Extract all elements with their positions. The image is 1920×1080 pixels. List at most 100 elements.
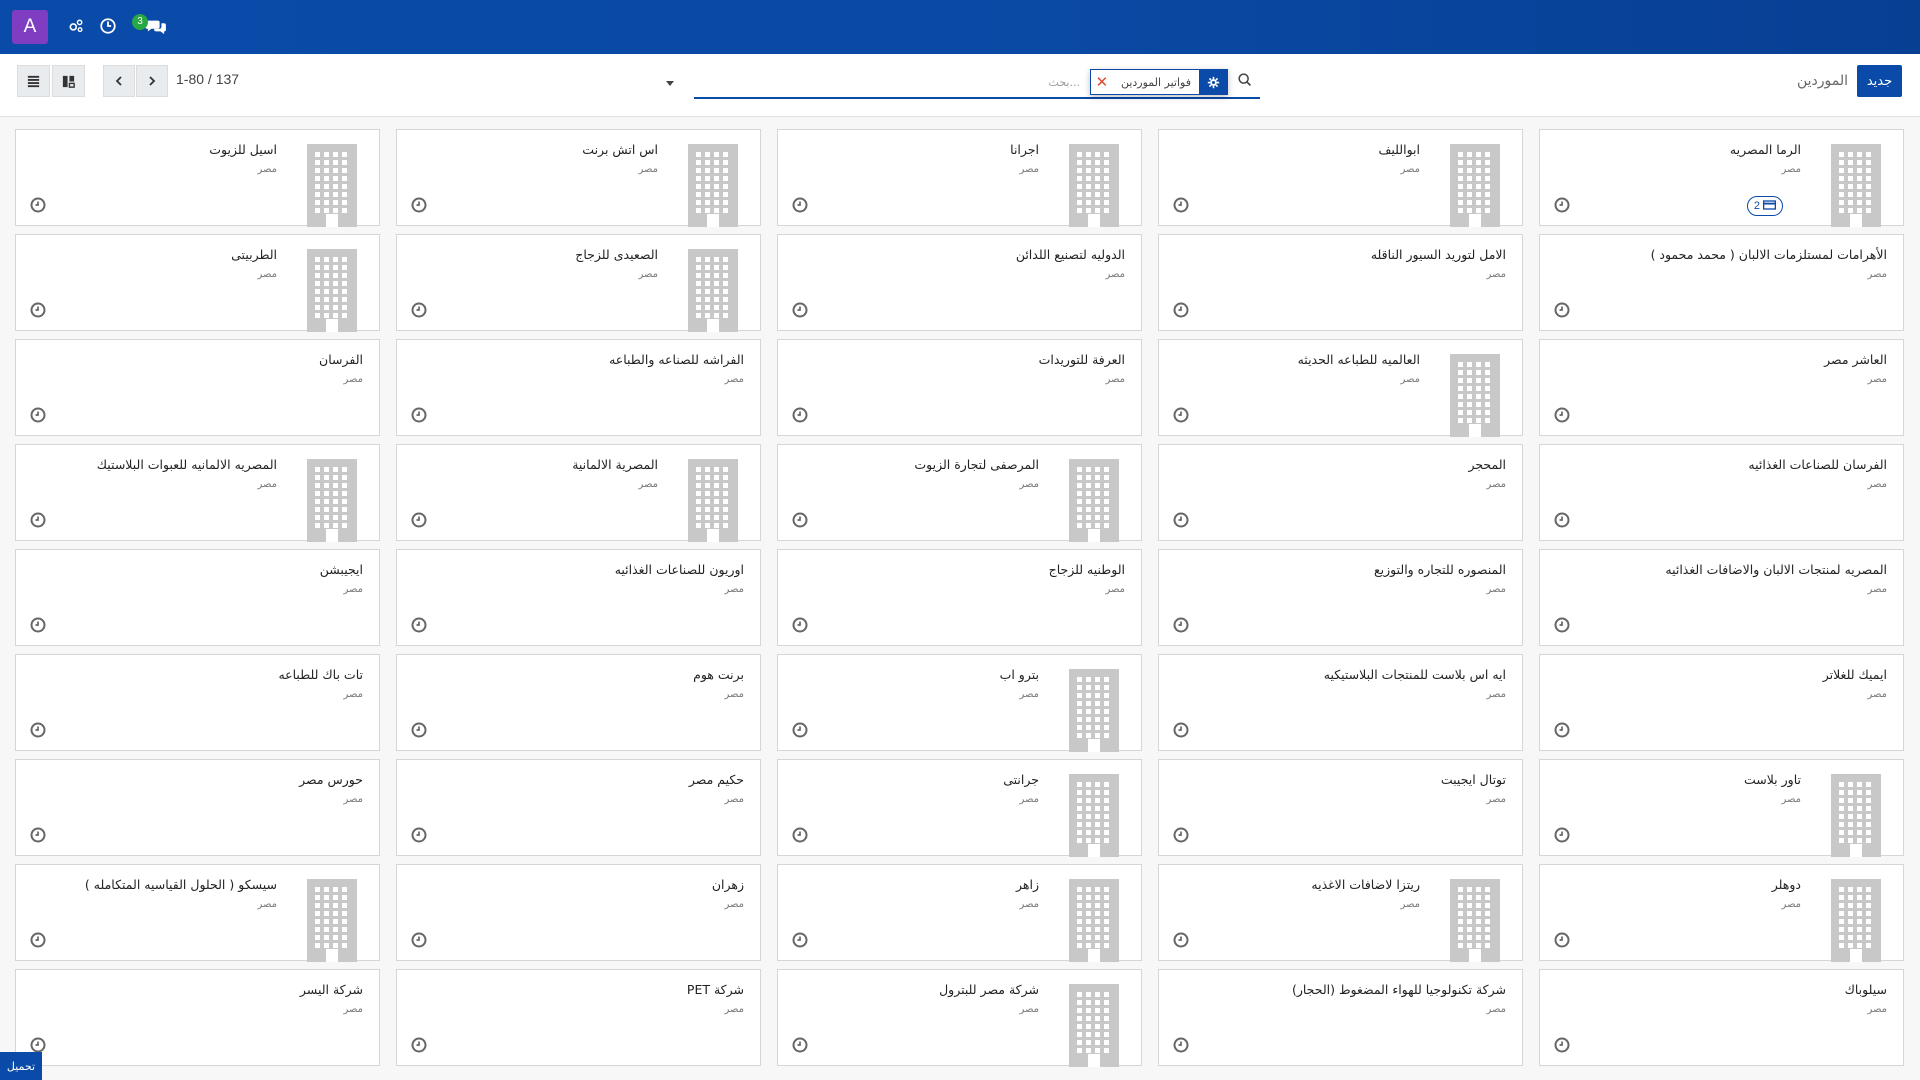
activity-clock-icon[interactable]: [791, 511, 809, 529]
activity-clock-icon[interactable]: [1172, 406, 1190, 424]
activity-clock-icon[interactable]: [410, 511, 428, 529]
activity-clock-icon[interactable]: [1172, 826, 1190, 844]
vendor-card[interactable]: العالميه للطباعه الحديثه مصر: [1158, 339, 1523, 437]
vendor-card[interactable]: زهران مصر: [396, 864, 761, 961]
activity-clock-icon[interactable]: [410, 616, 428, 634]
vendor-card[interactable]: جرانتى مصر: [777, 759, 1142, 857]
activity-clock-icon[interactable]: [1553, 1036, 1571, 1054]
activity-clock-icon[interactable]: [29, 931, 47, 949]
vendor-card[interactable]: شركة مصر للبترول مصر: [777, 969, 1142, 1067]
activity-clock-icon[interactable]: [29, 826, 47, 844]
vendor-card[interactable]: المصريه الالمانيه للعبوات البلاستيك مصر: [15, 444, 380, 542]
vendor-card[interactable]: الفرسان مصر: [15, 339, 380, 436]
pager-previous-button[interactable]: [103, 65, 135, 97]
vendor-card[interactable]: بترو اب مصر: [777, 654, 1142, 752]
activity-clock-icon[interactable]: [1172, 721, 1190, 739]
vendor-card[interactable]: الفراشه للصناعه والطباعه مصر: [396, 339, 761, 436]
activity-clock-icon[interactable]: [410, 1036, 428, 1054]
activity-clock-icon[interactable]: [1172, 616, 1190, 634]
vendor-card[interactable]: شركة تكنولوجيا للهواء المضغوط (الحجار) مص…: [1158, 969, 1523, 1066]
search-options-toggle[interactable]: [664, 77, 678, 91]
vendor-card[interactable]: المنصوره للتجاره والتوزيع مصر: [1158, 549, 1523, 646]
activity-clock-icon[interactable]: [410, 721, 428, 739]
vendor-card[interactable]: شركة PET مصر: [396, 969, 761, 1066]
kanban-view-button[interactable]: [52, 65, 85, 97]
vendor-card[interactable]: الصعيدى للزجاج مصر: [396, 234, 761, 332]
activity-clock-icon[interactable]: [1553, 931, 1571, 949]
vendor-card[interactable]: ايه اس بلاست للمنتجات البلاستيكيه مصر: [1158, 654, 1523, 751]
vendor-card[interactable]: برنت هوم مصر: [396, 654, 761, 751]
vendor-card[interactable]: الوطنيه للزجاج مصر: [777, 549, 1142, 646]
vendor-card[interactable]: الفرسان للصناعات الغذائيه مصر: [1539, 444, 1904, 541]
vendor-card[interactable]: ايجيبشن مصر: [15, 549, 380, 646]
vendor-card[interactable]: زاهر مصر: [777, 864, 1142, 962]
vendor-card[interactable]: المصريه لمنتجات الالبان والاضافات الغذائ…: [1539, 549, 1904, 646]
activity-clock-icon[interactable]: [791, 826, 809, 844]
vendor-card[interactable]: دوهلر مصر: [1539, 864, 1904, 962]
vendor-card[interactable]: ابوالليف مصر: [1158, 129, 1523, 227]
activity-clock-icon[interactable]: [410, 931, 428, 949]
vendor-card[interactable]: توتال ايجيبت مصر: [1158, 759, 1523, 856]
download-tab[interactable]: تحميل: [0, 1052, 42, 1080]
activity-clock-icon[interactable]: [1553, 721, 1571, 739]
vendor-card[interactable]: المحجر مصر: [1158, 444, 1523, 541]
vendor-card[interactable]: سيلوباك مصر: [1539, 969, 1904, 1066]
vendor-card[interactable]: الدوليه لتصنيع اللدائن مصر: [777, 234, 1142, 331]
vendor-card[interactable]: تاور بلاست مصر: [1539, 759, 1904, 857]
activity-clock-icon[interactable]: [791, 406, 809, 424]
vendor-card[interactable]: اسيل للزيوت مصر: [15, 129, 380, 227]
activity-clock-icon[interactable]: [791, 1036, 809, 1054]
activity-clock-icon[interactable]: [29, 511, 47, 529]
activity-clock-icon[interactable]: [1172, 301, 1190, 319]
vendor-card[interactable]: تات باك للطباعه مصر: [15, 654, 380, 751]
user-avatar[interactable]: A: [12, 10, 48, 44]
vendor-card[interactable]: العرفة للتوريدات مصر: [777, 339, 1142, 436]
facet-remove-icon[interactable]: ✕: [1091, 70, 1113, 94]
activity-clock-icon[interactable]: [410, 301, 428, 319]
new-button[interactable]: جديد: [1857, 65, 1902, 97]
vendor-card[interactable]: اوريون للصناعات الغذائيه مصر: [396, 549, 761, 646]
vendor-card[interactable]: حورس مصر مصر: [15, 759, 380, 856]
clock-icon[interactable]: [96, 14, 120, 38]
activity-clock-icon[interactable]: [410, 826, 428, 844]
vendor-card[interactable]: ايميك للغلاتر مصر: [1539, 654, 1904, 751]
activity-clock-icon[interactable]: [29, 616, 47, 634]
pager-next-button[interactable]: [136, 65, 168, 97]
vendor-card[interactable]: سيسكو ( الحلول القياسيه المتكامله ) مصر: [15, 864, 380, 962]
vendor-card[interactable]: المرصفى لتجارة الزيوت مصر: [777, 444, 1142, 542]
activity-clock-icon[interactable]: [791, 196, 809, 214]
vendor-card[interactable]: العاشر مصر مصر: [1539, 339, 1904, 436]
activity-clock-icon[interactable]: [1553, 301, 1571, 319]
activity-clock-icon[interactable]: [29, 301, 47, 319]
vendor-card[interactable]: المصرية الالمانية مصر: [396, 444, 761, 542]
activity-clock-icon[interactable]: [1172, 1036, 1190, 1054]
bill-count-badge[interactable]: 2: [1746, 196, 1783, 216]
vendor-card[interactable]: حكيم مصر مصر: [396, 759, 761, 856]
vendor-card[interactable]: اس اتش برنت مصر: [396, 129, 761, 227]
activity-clock-icon[interactable]: [791, 931, 809, 949]
activity-clock-icon[interactable]: [791, 616, 809, 634]
activity-clock-icon[interactable]: [1553, 196, 1571, 214]
vendor-card[interactable]: اجرانا مصر: [777, 129, 1142, 227]
activity-clock-icon[interactable]: [1553, 511, 1571, 529]
pager-value[interactable]: 1-80 / 137: [176, 71, 239, 87]
vendor-card[interactable]: الامل لتوريد السيور الناقله مصر: [1158, 234, 1523, 331]
activity-clock-icon[interactable]: [1172, 196, 1190, 214]
vendor-card[interactable]: ريتزا لاضافات الاغذيه مصر: [1158, 864, 1523, 962]
activity-clock-icon[interactable]: [410, 196, 428, 214]
activity-clock-icon[interactable]: [1172, 511, 1190, 529]
activity-clock-icon[interactable]: [1553, 616, 1571, 634]
activity-clock-icon[interactable]: [1172, 931, 1190, 949]
activity-clock-icon[interactable]: [791, 301, 809, 319]
vendor-card[interactable]: الطربيتى مصر: [15, 234, 380, 332]
activity-clock-icon[interactable]: [410, 406, 428, 424]
activity-clock-icon[interactable]: [1553, 826, 1571, 844]
activity-clock-icon[interactable]: [29, 721, 47, 739]
search-icon[interactable]: [1236, 71, 1256, 91]
settings-gears-icon[interactable]: [64, 14, 88, 38]
activity-clock-icon[interactable]: [29, 196, 47, 214]
vendor-card[interactable]: شركة اليسر مصر: [15, 969, 380, 1066]
search-input[interactable]: [694, 67, 1084, 97]
activity-clock-icon[interactable]: [1553, 406, 1571, 424]
list-view-button[interactable]: [17, 65, 50, 97]
